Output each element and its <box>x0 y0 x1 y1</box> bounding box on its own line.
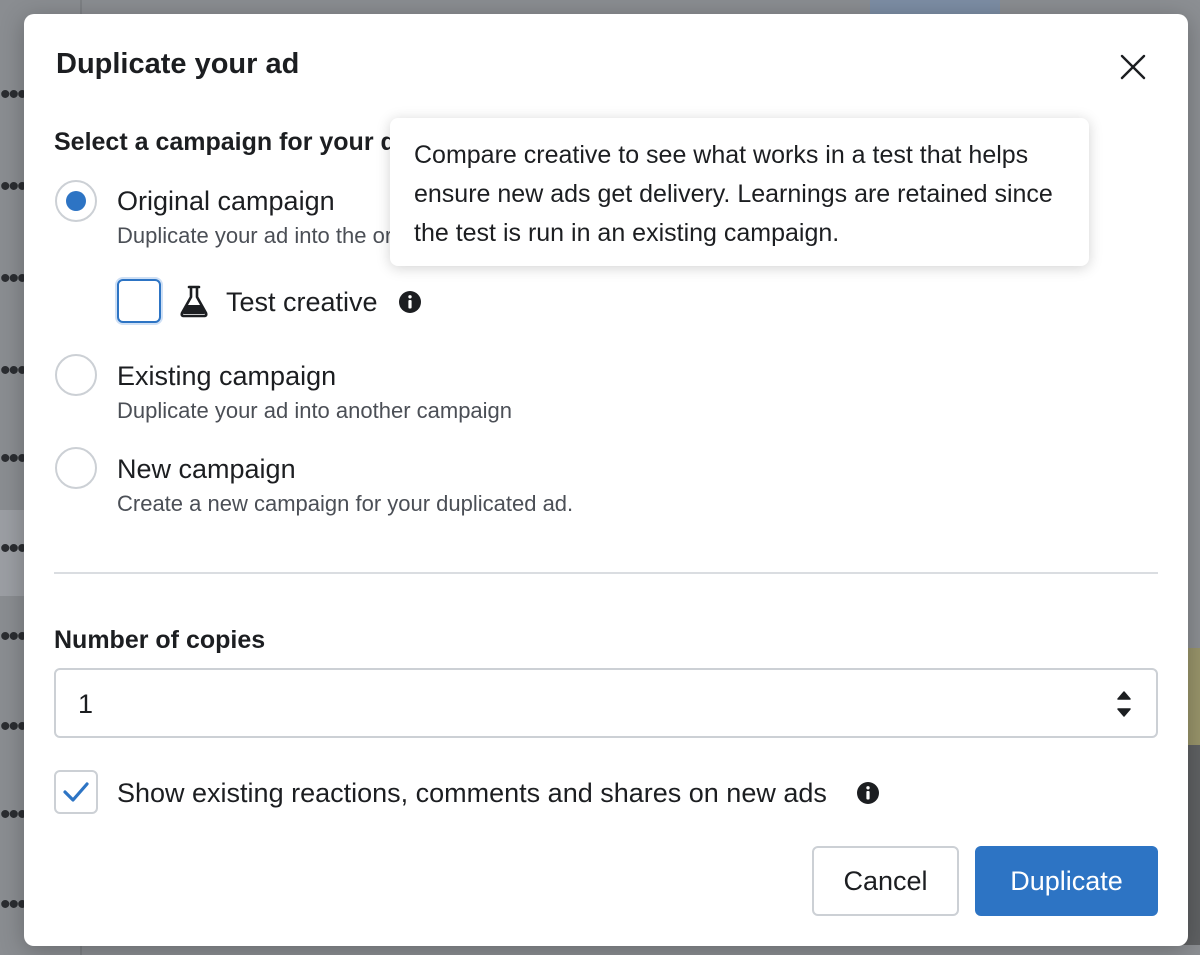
background-more-icon: ••• <box>0 170 27 203</box>
background-more-icon: ••• <box>0 710 27 743</box>
background-more-icon: ••• <box>0 888 27 921</box>
show-reactions-label[interactable]: Show existing reactions, comments and sh… <box>117 778 827 809</box>
test-creative-checkbox[interactable] <box>117 279 161 323</box>
test-creative-info-icon[interactable] <box>398 290 422 314</box>
option-description-existing-campaign: Duplicate your ad into another campaign <box>117 398 513 423</box>
test-creative-tooltip: Compare creative to see what works in a … <box>390 118 1089 266</box>
checkmark-icon <box>63 782 89 802</box>
duplicate-button[interactable]: Duplicate <box>975 846 1158 916</box>
background-more-icon: ••• <box>0 620 27 653</box>
background-more-icon: ••• <box>0 798 27 831</box>
background-more-icon: ••• <box>0 354 27 387</box>
background-edit-button <box>870 0 1000 14</box>
close-icon <box>1120 54 1146 80</box>
show-reactions-checkbox[interactable] <box>54 770 98 814</box>
test-creative-label[interactable]: Test creative <box>226 287 378 318</box>
cancel-button[interactable]: Cancel <box>812 846 959 916</box>
show-reactions-info-icon[interactable] <box>856 781 880 805</box>
option-label-original-campaign[interactable]: Original campaign <box>117 186 335 217</box>
stepper-arrows-icon[interactable] <box>1114 686 1134 722</box>
background-more-icon: ••• <box>0 532 27 565</box>
option-description-new-campaign: Create a new campaign for your duplicate… <box>117 491 574 516</box>
number-of-copies-value: 1 <box>78 689 94 719</box>
number-of-copies-input[interactable]: 1 <box>54 668 1158 738</box>
dialog-title: Duplicate your ad <box>56 48 300 80</box>
background-more-icon: ••• <box>0 442 27 475</box>
flask-icon <box>180 285 208 318</box>
close-button[interactable] <box>1116 50 1150 84</box>
section-divider <box>54 572 1158 574</box>
radio-existing-campaign[interactable] <box>55 354 97 396</box>
option-label-new-campaign[interactable]: New campaign <box>117 454 296 485</box>
option-label-existing-campaign[interactable]: Existing campaign <box>117 361 336 392</box>
radio-new-campaign[interactable] <box>55 447 97 489</box>
number-of-copies-heading: Number of copies <box>54 626 266 654</box>
background-more-icon: ••• <box>0 262 27 295</box>
radio-original-campaign[interactable] <box>55 180 97 222</box>
background-more-icon: ••• <box>0 78 27 111</box>
